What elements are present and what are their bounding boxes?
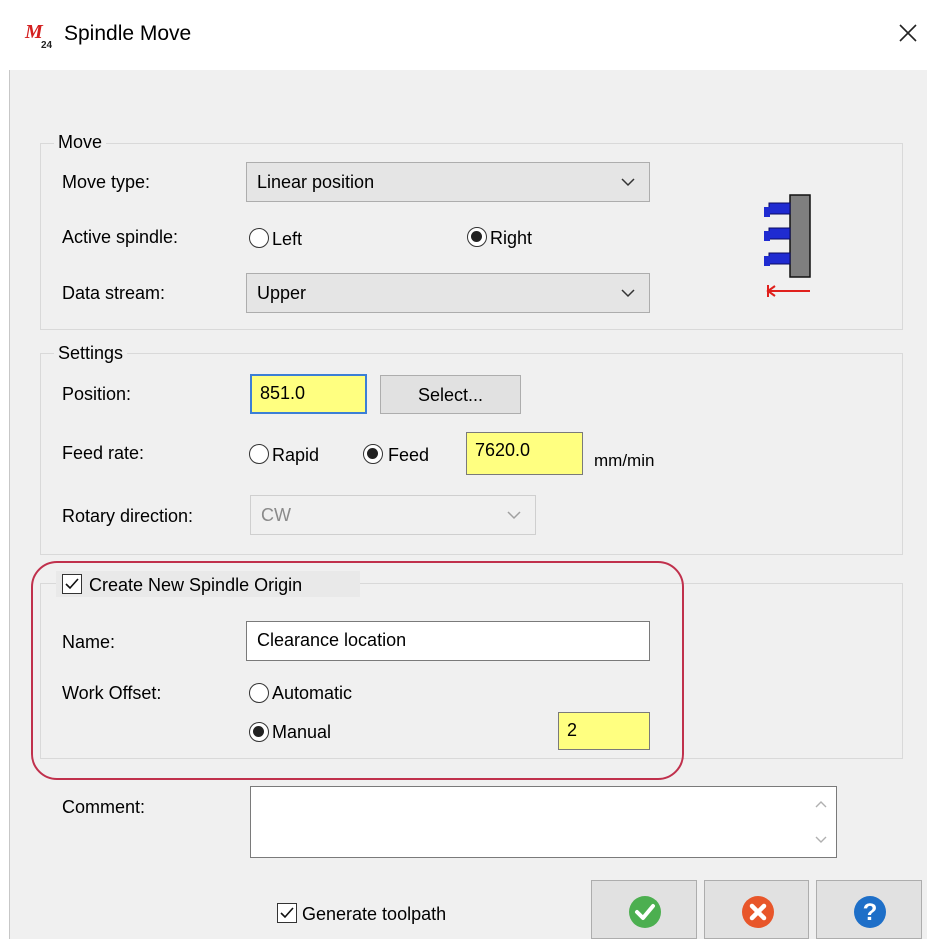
- move-type-value: Linear position: [257, 172, 375, 192]
- feed-label[interactable]: Feed: [388, 445, 429, 466]
- select-button[interactable]: Select...: [380, 375, 521, 414]
- spindle-left-label[interactable]: Left: [272, 229, 302, 250]
- svg-text:?: ?: [863, 899, 878, 926]
- mastercam-app-icon: M 24: [24, 21, 53, 50]
- feed-rate-input[interactable]: 7620.0: [466, 432, 583, 475]
- rapid-label[interactable]: Rapid: [272, 445, 319, 466]
- generate-toolpath-checkbox[interactable]: [277, 903, 297, 923]
- data-stream-label: Data stream:: [62, 283, 166, 303]
- scroll-down-icon[interactable]: [814, 835, 828, 845]
- rotary-direction-label: Rotary direction:: [62, 506, 194, 526]
- move-type-label: Move type:: [62, 172, 151, 192]
- data-stream-value: Upper: [257, 283, 307, 303]
- generate-toolpath-label[interactable]: Generate toolpath: [302, 904, 446, 925]
- chevron-down-icon: [507, 511, 521, 520]
- feed-unit-label: mm/min: [594, 451, 655, 470]
- rapid-radio[interactable]: [249, 444, 269, 464]
- position-input[interactable]: 851.0: [250, 374, 367, 414]
- active-spindle-label: Active spindle:: [62, 227, 179, 247]
- title-bar: M 24 Spindle Move: [0, 0, 927, 70]
- rotary-direction-value: CW: [261, 505, 291, 525]
- checkmark-icon: [629, 896, 661, 928]
- help-question-icon: ?: [854, 896, 886, 928]
- spindle-right-label[interactable]: Right: [490, 228, 532, 249]
- comment-label: Comment:: [62, 797, 146, 817]
- chevron-down-icon: [621, 178, 635, 187]
- spindle-diagram-icon: [764, 194, 811, 297]
- checkmark-icon: [280, 907, 294, 919]
- window-title: Spindle Move: [64, 22, 192, 45]
- scroll-up-icon[interactable]: [814, 799, 828, 809]
- feed-radio[interactable]: [363, 444, 383, 464]
- comment-scrollbar[interactable]: [806, 787, 836, 857]
- settings-group-legend: Settings: [54, 343, 128, 364]
- data-stream-dropdown[interactable]: Upper: [246, 273, 650, 313]
- rotary-direction-dropdown: CW: [250, 495, 536, 535]
- svg-text:24: 24: [41, 40, 53, 50]
- help-button[interactable]: ?: [816, 880, 922, 939]
- annotation-highlight: [31, 561, 684, 780]
- spindle-left-radio[interactable]: [249, 228, 269, 248]
- move-type-dropdown[interactable]: Linear position: [246, 162, 650, 202]
- position-label: Position:: [62, 384, 132, 404]
- close-icon[interactable]: [893, 18, 923, 48]
- feed-rate-label: Feed rate:: [62, 443, 145, 463]
- comment-textarea[interactable]: [250, 786, 837, 858]
- dialog-border: [9, 70, 10, 939]
- cancel-x-icon: [742, 896, 774, 928]
- move-group-legend: Move: [54, 132, 107, 153]
- ok-button[interactable]: [591, 880, 697, 939]
- cancel-button[interactable]: [704, 880, 809, 939]
- chevron-down-icon: [621, 289, 635, 298]
- spindle-right-radio[interactable]: [467, 227, 487, 247]
